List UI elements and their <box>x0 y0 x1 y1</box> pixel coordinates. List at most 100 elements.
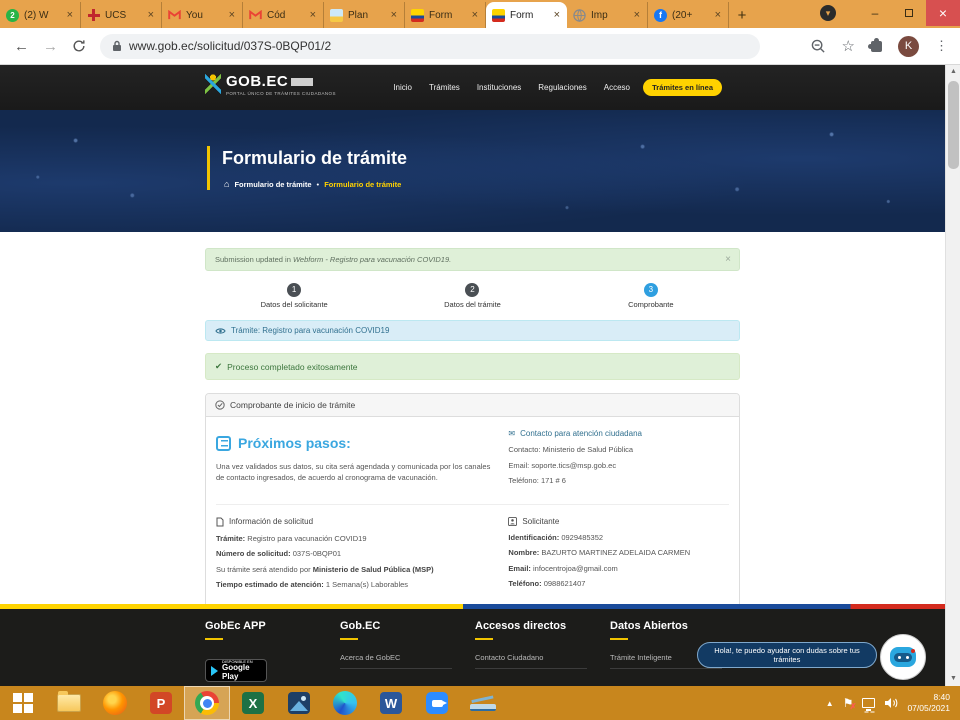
card-header: Comprobante de inicio de trámite <box>206 394 739 417</box>
gmail-icon <box>168 9 181 22</box>
word-icon[interactable]: W <box>368 686 414 720</box>
extensions-icon[interactable] <box>871 41 882 52</box>
minimize-button[interactable]: – <box>858 0 892 26</box>
chrome-profile-chevron-icon[interactable]: ▾ <box>820 5 836 21</box>
solicitante-section-title: Solicitante <box>508 517 729 526</box>
profile-avatar[interactable]: K <box>898 36 919 57</box>
tab-close-icon[interactable]: × <box>553 9 561 21</box>
forward-button[interactable]: → <box>43 38 58 55</box>
check-icon: ✔ <box>215 361 222 372</box>
google-play-badge[interactable]: DISPONIBLE EN Google Play <box>205 659 267 682</box>
nav-tramites[interactable]: Trámites <box>429 83 460 92</box>
tramites-en-linea-button[interactable]: Trámites en línea <box>643 79 722 96</box>
browser-menu-icon[interactable]: ⋮ <box>935 38 948 54</box>
firefox-icon[interactable] <box>92 686 138 720</box>
footer-link-acerca[interactable]: Acerca de GobEC <box>340 653 452 669</box>
bookmark-star-icon[interactable]: ☆ <box>842 37 855 55</box>
browser-tab-imp[interactable]: Imp × <box>567 2 648 28</box>
tab-close-icon[interactable]: × <box>66 9 74 21</box>
gobec-logo-mark-icon <box>205 73 221 95</box>
tab-close-icon[interactable]: × <box>633 9 641 21</box>
windows-taskbar: P X W ▲ ⚑✗ 8:40 07/05/2021 <box>0 686 960 720</box>
footer-dash <box>610 638 628 640</box>
step-datos-solicitante[interactable]: 1 Datos del solicitante <box>205 283 383 309</box>
nav-acceso[interactable]: Acceso <box>604 83 630 92</box>
breadcrumb-root[interactable]: Formulario de trámite <box>234 180 311 189</box>
footer-link-contacto[interactable]: Contacto Ciudadano <box>475 653 587 669</box>
volume-icon[interactable] <box>884 697 898 709</box>
address-bar[interactable]: www.gob.ec/solicitud/037S-0BQP01/2 <box>100 34 760 59</box>
nav-inicio[interactable]: Inicio <box>393 83 412 92</box>
tab-title: You <box>186 10 223 21</box>
step-circle: 1 <box>287 283 301 297</box>
success-bar: ✔ Proceso completado exitosamente <box>205 353 740 380</box>
chrome-icon-active[interactable] <box>184 686 230 720</box>
scanner-app-icon[interactable] <box>460 686 506 720</box>
tab-close-icon[interactable]: × <box>714 9 722 21</box>
scroll-up-arrow[interactable]: ▲ <box>946 65 960 79</box>
footer-col-title: Datos Abiertos <box>610 620 745 632</box>
hero-accent-bar <box>207 146 210 190</box>
nav-instituciones[interactable]: Instituciones <box>477 83 521 92</box>
browser-tab-planner[interactable]: Plan × <box>324 2 405 28</box>
alert-text-italic: Webform - Registro para vacunación COVID… <box>293 255 451 264</box>
main-content: Submission updated in Webform - Registro… <box>205 232 740 641</box>
browser-tab-form-active[interactable]: Form × <box>486 2 567 28</box>
browser-tab-ucsg[interactable]: UCS × <box>81 2 162 28</box>
start-button[interactable] <box>0 686 46 720</box>
footer-dash <box>475 638 493 640</box>
new-tab-button[interactable]: + <box>729 2 755 28</box>
network-icon[interactable] <box>862 698 875 708</box>
tab-close-icon[interactable]: × <box>309 9 317 21</box>
tray-expand-icon[interactable]: ▲ <box>826 699 834 708</box>
page-scrollbar[interactable]: ▲ ▼ <box>945 65 960 686</box>
browser-tab-facebook[interactable]: f (20+ × <box>648 2 729 28</box>
step-datos-tramite[interactable]: 2 Datos del trámite <box>383 283 561 309</box>
facebook-icon: f <box>654 9 667 22</box>
lock-icon[interactable] <box>112 40 122 52</box>
photos-app-icon[interactable] <box>276 686 322 720</box>
browser-tab-whatsapp[interactable]: 2 (2) W × <box>0 2 81 28</box>
system-tray: ▲ ⚑✗ 8:40 07/05/2021 <box>826 692 960 715</box>
breadcrumb: ⌂ Formulario de trámite • Formulario de … <box>224 179 401 189</box>
security-flag-icon[interactable]: ⚑✗ <box>843 696 854 710</box>
step-indicator: 1 Datos del solicitante 2 Datos del trám… <box>205 283 740 309</box>
file-explorer-icon[interactable] <box>46 686 92 720</box>
edge-icon[interactable] <box>322 686 368 720</box>
zoom-app-icon[interactable] <box>414 686 460 720</box>
taskbar-clock[interactable]: 8:40 07/05/2021 <box>907 692 950 715</box>
footer-col-gobec: Gob.EC Acerca de GobEC <box>340 620 475 669</box>
home-icon[interactable]: ⌂ <box>224 179 229 189</box>
browser-tab-gmail-2[interactable]: Cód × <box>243 2 324 28</box>
info-line: Su trámite será atendido por Ministerio … <box>216 565 496 574</box>
tab-close-icon[interactable]: × <box>471 9 479 21</box>
browser-tab-form-1[interactable]: Form × <box>405 2 486 28</box>
zoom-out-icon[interactable] <box>811 39 826 54</box>
circle-check-icon <box>215 400 225 410</box>
tab-close-icon[interactable]: × <box>228 9 236 21</box>
scrollbar-thumb[interactable] <box>948 81 959 169</box>
reload-button[interactable] <box>72 39 86 53</box>
step-circle: 3 <box>644 283 658 297</box>
close-button[interactable]: × <box>926 0 960 26</box>
submission-alert: Submission updated in Webform - Registro… <box>205 248 740 271</box>
tramite-info-bar: Trámite: Registro para vacunación COVID1… <box>205 320 740 341</box>
tab-close-icon[interactable]: × <box>390 9 398 21</box>
powerpoint-icon[interactable]: P <box>138 686 184 720</box>
clock-date: 07/05/2021 <box>907 703 950 713</box>
nav-regulaciones[interactable]: Regulaciones <box>538 83 586 92</box>
back-button[interactable]: ← <box>14 38 29 55</box>
excel-icon[interactable]: X <box>230 686 276 720</box>
alert-close-icon[interactable]: × <box>725 254 731 265</box>
chatbot-bubble[interactable]: Hola!, te puedo ayudar con dudas sobre t… <box>697 642 877 668</box>
maximize-button[interactable] <box>892 0 926 26</box>
tab-close-icon[interactable]: × <box>147 9 155 21</box>
chatbot-robot-icon[interactable] <box>880 634 926 680</box>
contact-section-title: ✉ Contacto para atención ciudadana <box>508 429 729 438</box>
gmail-icon <box>249 9 262 22</box>
browser-tab-gmail-1[interactable]: You × <box>162 2 243 28</box>
step-comprobante[interactable]: 3 Comprobante <box>562 283 740 309</box>
windows-logo-icon <box>13 693 33 713</box>
site-logo[interactable]: GOB.EC PORTAL ÚNICO DE TRÁMITES CIUDADAN… <box>205 73 336 96</box>
scroll-down-arrow[interactable]: ▼ <box>946 672 960 686</box>
